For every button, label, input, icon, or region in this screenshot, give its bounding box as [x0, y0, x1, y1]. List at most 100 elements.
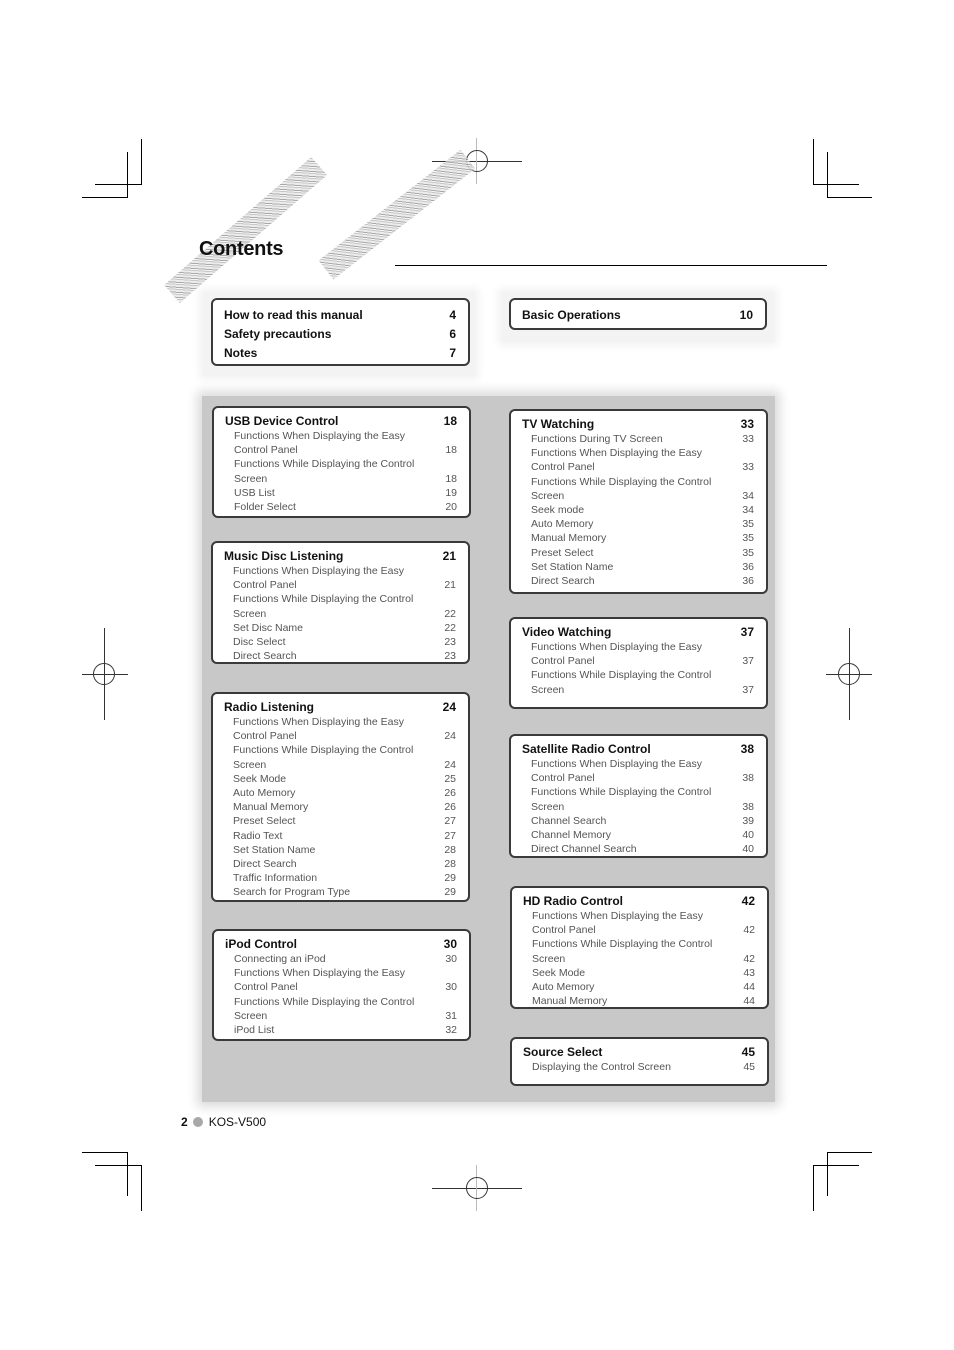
entry-page: 20	[445, 501, 457, 514]
toc-entry[interactable]: USB List 19	[225, 486, 457, 500]
toc-entry[interactable]: Preset Select 35	[522, 546, 754, 560]
toc-entry[interactable]: Safety precautions 6	[224, 325, 456, 344]
section-title: USB Device Control	[225, 414, 339, 428]
toc-entry[interactable]: Direct Channel Search 40	[522, 842, 754, 856]
toc-section-heading[interactable]: USB Device Control 18	[225, 414, 457, 429]
toc-section-heading[interactable]: TV Watching 33	[522, 417, 754, 432]
toc-entry[interactable]: Functions When Displaying the Easy Contr…	[225, 966, 457, 994]
toc-entry[interactable]: Seek Mode 43	[523, 966, 755, 980]
entry-label: Folder Select	[234, 501, 296, 514]
entry-label: Functions When Displaying the Easy Contr…	[531, 641, 702, 668]
toc-entry[interactable]: Set Station Name 28	[224, 843, 456, 857]
toc-entry[interactable]: Search for Program Type 29	[224, 885, 456, 899]
toc-entry[interactable]: Traffic Information 29	[224, 871, 456, 885]
toc-entry[interactable]: Manual Memory 44	[523, 994, 755, 1008]
toc-entry[interactable]: Functions While Displaying the Control S…	[522, 785, 754, 813]
entry-page: 35	[742, 532, 754, 545]
toc-entry[interactable]: Manual Memory 35	[522, 531, 754, 545]
toc-entry[interactable]: Channel Search 39	[522, 814, 754, 828]
entry-page: 26	[444, 787, 456, 800]
entry-page: 39	[742, 814, 754, 827]
entry-label: Functions When Displaying the Easy Contr…	[233, 716, 404, 743]
toc-entry[interactable]: Functions While Displaying the Control S…	[225, 995, 457, 1023]
section-title: Source Select	[523, 1045, 603, 1059]
section-page: 30	[443, 937, 457, 951]
entry-page: 36	[742, 575, 754, 588]
entry-label: Functions When Displaying the Easy Contr…	[532, 910, 703, 937]
page-title: Contents	[199, 238, 284, 260]
toc-section-heading[interactable]: Video Watching 37	[522, 625, 754, 640]
section-page: 21	[442, 549, 456, 563]
toc-section-heading[interactable]: Music Disc Listening 21	[224, 549, 456, 564]
toc-entry[interactable]: Connecting an iPod 30	[225, 952, 457, 966]
entry-label: Set Disc Name	[233, 621, 304, 634]
toc-entry[interactable]: Functions When Displaying the Easy Contr…	[523, 909, 755, 937]
toc-entry[interactable]: Functions When Displaying the Easy Contr…	[522, 640, 754, 668]
toc-entry[interactable]: Functions When Displaying the Easy Contr…	[522, 757, 754, 785]
entry-label: Displaying the Control Screen	[532, 1061, 671, 1073]
toc-entry[interactable]: Functions While Displaying the Control S…	[522, 668, 754, 696]
toc-entry[interactable]: Auto Memory 26	[224, 786, 456, 800]
entry-label: Functions While Displaying the Control S…	[531, 475, 712, 502]
toc-entry[interactable]: Notes 7	[224, 344, 456, 363]
toc-entry[interactable]: iPod List 32	[225, 1023, 457, 1037]
section-title: Radio Listening	[224, 700, 314, 714]
toc-section-heading[interactable]: iPod Control 30	[225, 937, 457, 952]
toc-box-intro: How to read this manual 4 Safety precaut…	[211, 298, 470, 366]
toc-entry[interactable]: Functions When Displaying the Easy Contr…	[224, 715, 456, 743]
toc-entry[interactable]: Radio Text 27	[224, 829, 456, 843]
toc-box-video-watching: Video Watching 37 Functions When Displayin…	[509, 617, 768, 709]
toc-entry[interactable]: Direct Search 28	[224, 857, 456, 871]
entry-label: Connecting an iPod	[234, 953, 326, 965]
toc-entry[interactable]: Channel Memory 40	[522, 828, 754, 842]
toc-entry[interactable]: Displaying the Control Screen 45	[523, 1060, 755, 1074]
entry-page: 38	[742, 772, 754, 785]
entry-page: 42	[743, 952, 755, 965]
toc-entry[interactable]: Disc Select 23	[224, 635, 456, 649]
toc-entry[interactable]: Functions When Displaying the Easy Contr…	[225, 429, 457, 457]
toc-entry[interactable]: Functions While Displaying the Control S…	[225, 457, 457, 485]
toc-entry[interactable]: Direct Search 23	[224, 649, 456, 663]
toc-entry[interactable]: Functions When Displaying the Easy Contr…	[522, 446, 754, 474]
entry-label: Functions When Displaying the Easy Contr…	[233, 565, 404, 592]
toc-entry[interactable]: Functions While Displaying the Control S…	[224, 743, 456, 771]
section-page: 42	[741, 894, 755, 908]
entry-label: Auto Memory	[233, 787, 296, 800]
toc-entry[interactable]: Auto Memory 35	[522, 517, 754, 531]
toc-section-heading[interactable]: Satellite Radio Control 38	[522, 742, 754, 757]
section-title: Music Disc Listening	[224, 549, 344, 563]
entry-page: 36	[742, 560, 754, 573]
toc-entry[interactable]: Functions While Displaying the Control S…	[224, 592, 456, 620]
toc-section-heading[interactable]: HD Radio Control 42	[523, 894, 755, 909]
section-title: iPod Control	[225, 937, 297, 951]
toc-entry[interactable]: Set Station Name 36	[522, 560, 754, 574]
toc-entry[interactable]: Functions When Displaying the Easy Contr…	[224, 564, 456, 592]
toc-entry[interactable]: Manual Memory 26	[224, 800, 456, 814]
entry-page: 34	[742, 489, 754, 502]
toc-section-heading[interactable]: Source Select 45	[523, 1045, 755, 1060]
entry-label: Search for Program Type	[233, 886, 351, 899]
toc-entry[interactable]: Functions While Displaying the Control S…	[522, 475, 754, 503]
toc-entry[interactable]: Seek Mode 25	[224, 772, 456, 786]
toc-entry[interactable]: Functions While Displaying the Control S…	[523, 937, 755, 965]
toc-entry[interactable]: Basic Operations 10	[522, 306, 753, 325]
toc-box-ipod-control: iPod Control 30 Connecting an iPod 30 Functi…	[212, 929, 471, 1041]
toc-entry[interactable]: Auto Memory 44	[523, 980, 755, 994]
toc-entry[interactable]: Seek mode 34	[522, 503, 754, 517]
entry-page: 30	[445, 953, 457, 965]
toc-box-radio-listening: Radio Listening 24 Functions When Displayi…	[211, 692, 470, 902]
toc-entry[interactable]: Set Disc Name 22	[224, 621, 456, 635]
toc-entry[interactable]: Folder Select 20	[225, 500, 457, 514]
toc-entry[interactable]: Functions During TV Screen 33	[522, 432, 754, 446]
section-title: HD Radio Control	[523, 894, 623, 908]
entry-page: 18	[445, 444, 457, 457]
entry-page: 31	[445, 1009, 457, 1022]
toc-section-heading[interactable]: Radio Listening 24	[224, 700, 456, 715]
toc-entry[interactable]: Direct Search 36	[522, 574, 754, 588]
toc-entry[interactable]: Preset Select 27	[224, 814, 456, 828]
toc-entry[interactable]: How to read this manual 4	[224, 306, 456, 325]
entry-page: 28	[444, 858, 456, 871]
entry-label: Seek Mode	[532, 966, 586, 979]
entry-label: Direct Search	[531, 575, 595, 588]
entry-label: Traffic Information	[233, 872, 318, 885]
